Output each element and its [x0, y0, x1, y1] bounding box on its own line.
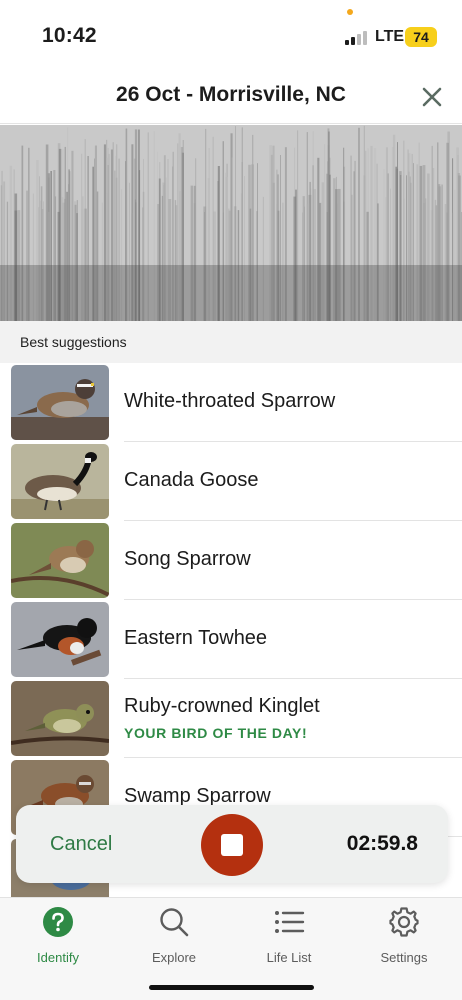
- bird-thumbnail: [11, 444, 109, 519]
- list-icon: [275, 911, 305, 933]
- status-time: 10:42: [42, 24, 97, 47]
- list-item[interactable]: White-throated Sparrow: [0, 363, 462, 442]
- tab-label: Life List: [266, 950, 312, 965]
- list-item[interactable]: Ruby-crowned Kinglet YOUR BIRD OF THE DA…: [0, 679, 462, 758]
- question-circle-icon: [43, 907, 73, 937]
- recording-header: 26 Oct - Morrisville, NC: [0, 70, 462, 124]
- bird-name: Eastern Towhee: [124, 627, 268, 649]
- tab-label: Identify: [37, 950, 79, 965]
- bird-thumbnail: [11, 523, 109, 598]
- close-icon: [422, 87, 442, 107]
- bird-thumbnail: [11, 602, 109, 677]
- list-item[interactable]: Song Sparrow: [0, 521, 462, 600]
- cancel-button[interactable]: Cancel: [50, 833, 112, 856]
- tab-identify[interactable]: Identify: [8, 906, 108, 976]
- list-item[interactable]: Canada Goose: [0, 442, 462, 521]
- signal-icon: [345, 29, 371, 45]
- gear-icon: [389, 907, 419, 937]
- bird-of-the-day-badge: YOUR BIRD OF THE DAY!: [124, 725, 308, 741]
- bird-name: Ruby-crowned Kinglet: [124, 695, 320, 717]
- section-title: Best suggestions: [20, 334, 127, 350]
- tab-label: Explore: [151, 950, 197, 965]
- list-item[interactable]: Eastern Towhee: [0, 600, 462, 679]
- page-title: 26 Oct - Morrisville, NC: [116, 83, 346, 106]
- bird-name: Song Sparrow: [124, 548, 251, 570]
- tab-settings[interactable]: Settings: [354, 906, 454, 976]
- spectrogram: [0, 125, 462, 321]
- bird-thumbnail: [11, 365, 109, 440]
- stop-recording-button[interactable]: [201, 814, 263, 876]
- close-button[interactable]: [417, 82, 447, 112]
- section-header: Best suggestions: [0, 321, 462, 363]
- status-bar: 10:42 LTE 74: [0, 0, 462, 70]
- tab-life-list[interactable]: Life List: [239, 906, 339, 976]
- stop-icon: [221, 834, 243, 856]
- tab-label: Settings: [380, 950, 428, 965]
- tab-explore[interactable]: Explore: [124, 906, 224, 976]
- battery-indicator: 74: [405, 27, 437, 47]
- camera-indicator-dot: [347, 9, 353, 15]
- bird-name: Canada Goose: [124, 469, 259, 491]
- recording-controls: Cancel 02:59.8: [16, 805, 448, 883]
- bird-name: White-throated Sparrow: [124, 390, 336, 412]
- search-icon: [160, 908, 189, 937]
- recording-timer: 02:59.8: [346, 832, 418, 855]
- bird-thumbnail: [11, 681, 109, 756]
- home-indicator: [149, 985, 314, 990]
- network-type: LTE: [375, 28, 405, 45]
